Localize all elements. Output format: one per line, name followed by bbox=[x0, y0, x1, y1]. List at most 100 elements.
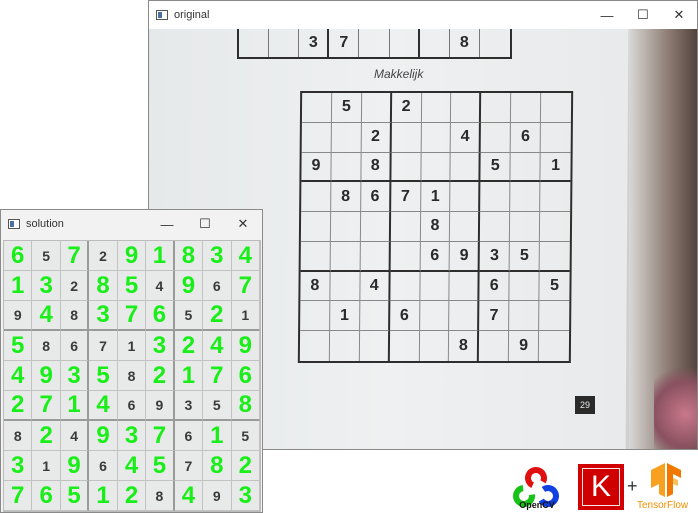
solved-digit-cell: 4 bbox=[117, 451, 147, 481]
puzzle-difficulty-heading: Makkelijk bbox=[374, 67, 424, 81]
solution-window-title: solution bbox=[26, 218, 64, 230]
puzzle-cell: 4 bbox=[360, 271, 391, 302]
solved-digit-cell: 3 bbox=[203, 241, 232, 271]
puzzle-cell bbox=[390, 271, 421, 302]
given-digit-cell: 8 bbox=[117, 361, 147, 391]
puzzle-cell: 4 bbox=[451, 122, 482, 153]
puzzle-cell bbox=[480, 182, 511, 213]
puzzle-cell: 2 bbox=[361, 122, 392, 153]
solved-digit-cell: 2 bbox=[146, 361, 175, 391]
given-digit-cell: 8 bbox=[146, 481, 175, 511]
given-digit-cell: 7 bbox=[174, 451, 204, 481]
photo-background-object bbox=[654, 359, 697, 449]
given-digit-cell: 6 bbox=[89, 451, 118, 481]
puzzle-cell bbox=[389, 331, 420, 361]
puzzle-cell bbox=[330, 212, 361, 242]
puzzle-cell bbox=[511, 93, 542, 123]
puzzle-cell bbox=[421, 122, 452, 153]
puzzle-cell: 6 bbox=[510, 122, 542, 153]
tensorflow-logo-icon bbox=[651, 463, 681, 497]
puzzle-cell bbox=[510, 182, 541, 213]
given-digit-cell: 7 bbox=[89, 331, 118, 361]
solved-digit-cell: 6 bbox=[4, 241, 33, 271]
puzzle-cell: 6 bbox=[389, 301, 420, 332]
given-digit-cell: 1 bbox=[32, 451, 61, 481]
puzzle-cell bbox=[510, 212, 541, 242]
puzzle-cell bbox=[301, 182, 332, 213]
solved-digit-cell: 9 bbox=[60, 451, 90, 481]
given-digit-cell: 9 bbox=[203, 481, 232, 511]
opencv-label: OpenCV bbox=[519, 500, 555, 510]
puzzle-cell bbox=[419, 301, 450, 332]
original-titlebar[interactable]: original — ☐ ✕ bbox=[149, 1, 697, 29]
puzzle-cell: 1 bbox=[420, 182, 451, 213]
maximize-button[interactable]: ☐ bbox=[186, 210, 224, 238]
maximize-button[interactable]: ☐ bbox=[625, 1, 661, 29]
minimize-button[interactable]: — bbox=[589, 1, 625, 29]
puzzle-cell bbox=[480, 122, 512, 153]
solved-digit-cell: 9 bbox=[174, 271, 204, 301]
puzzle-cell bbox=[331, 122, 362, 153]
puzzle-cell bbox=[301, 122, 332, 153]
puzzle-cell: 9 bbox=[301, 152, 332, 183]
solved-digit-cell: 9 bbox=[231, 331, 260, 361]
given-digit-cell: 5 bbox=[32, 241, 61, 271]
solved-digit-cell: 8 bbox=[89, 271, 118, 301]
given-digit-cell: 8 bbox=[4, 421, 33, 451]
close-button[interactable]: ✕ bbox=[661, 1, 697, 29]
solved-digit-cell: 7 bbox=[203, 361, 232, 391]
solved-digit-cell: 5 bbox=[89, 361, 118, 391]
puzzle-cell bbox=[359, 301, 391, 332]
puzzle-cell bbox=[361, 93, 392, 123]
solved-digit-cell: 8 bbox=[203, 451, 232, 481]
solved-digit-cell: 4 bbox=[89, 391, 118, 421]
puzzle-cell bbox=[540, 182, 571, 213]
puzzle-cell bbox=[391, 152, 422, 183]
puzzle-cell bbox=[329, 331, 360, 361]
close-button[interactable]: ✕ bbox=[224, 210, 262, 238]
puzzle-cell bbox=[420, 152, 452, 183]
solved-digit-cell: 7 bbox=[32, 391, 61, 421]
solved-digit-cell: 6 bbox=[231, 361, 260, 391]
solved-digit-cell: 7 bbox=[60, 241, 90, 271]
solution-titlebar[interactable]: solution — ☐ ✕ bbox=[1, 210, 262, 238]
puzzle-cell bbox=[479, 331, 510, 361]
page-number: 29 bbox=[575, 396, 595, 414]
window-app-icon bbox=[8, 219, 20, 229]
puzzle-cell: 5 bbox=[480, 152, 511, 183]
puzzle-cell bbox=[451, 93, 482, 123]
puzzle-cell: 6 bbox=[420, 241, 451, 272]
strip-cell bbox=[359, 29, 390, 57]
given-digit-cell: 9 bbox=[4, 301, 33, 331]
given-digit-cell: 6 bbox=[203, 271, 232, 301]
solved-digit-cell: 1 bbox=[174, 361, 204, 391]
puzzle-cell bbox=[539, 331, 569, 361]
solved-digit-cell: 7 bbox=[146, 421, 175, 451]
solution-window: solution — ☐ ✕ 6572918341328549679483765… bbox=[0, 209, 263, 513]
solved-digit-cell: 7 bbox=[231, 271, 260, 301]
solved-digit-cell: 6 bbox=[146, 301, 175, 331]
puzzle-cell bbox=[450, 152, 481, 183]
solved-digit-cell: 3 bbox=[146, 331, 175, 361]
given-digit-cell: 9 bbox=[146, 391, 175, 421]
solved-digit-cell: 8 bbox=[174, 241, 204, 271]
puzzle-cell: 8 bbox=[449, 331, 480, 361]
solved-digit-cell: 2 bbox=[117, 481, 147, 511]
solved-digit-cell: 1 bbox=[203, 421, 232, 451]
solved-digit-cell: 5 bbox=[4, 331, 33, 361]
puzzle-cell: 5 bbox=[509, 241, 540, 272]
keras-logo-icon: K bbox=[578, 464, 624, 510]
puzzle-cell: 8 bbox=[361, 152, 392, 183]
minimize-button[interactable]: — bbox=[148, 210, 186, 238]
puzzle-cell bbox=[360, 212, 391, 242]
given-digit-cell: 2 bbox=[60, 271, 90, 301]
solved-digit-cell: 4 bbox=[203, 331, 232, 361]
puzzle-cell bbox=[449, 301, 480, 332]
puzzle-cell bbox=[390, 241, 421, 272]
solved-digit-cell: 9 bbox=[32, 361, 61, 391]
solved-digit-cell: 2 bbox=[174, 331, 204, 361]
given-digit-cell: 4 bbox=[60, 421, 90, 451]
window-app-icon bbox=[156, 10, 168, 20]
puzzle-cell bbox=[481, 93, 512, 123]
given-digit-cell: 4 bbox=[146, 271, 175, 301]
